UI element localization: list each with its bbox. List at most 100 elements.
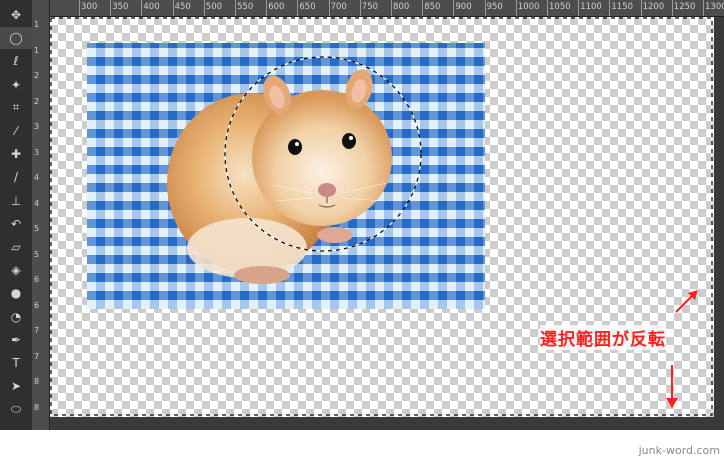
ruler-tick-line <box>578 0 580 16</box>
vertical-ruler[interactable]: 1 1 2 2 3 3 4 4 5 5 6 6 7 7 8 8 <box>32 0 50 430</box>
ruler-tick-label: 1150 <box>611 2 634 12</box>
ruler-tick-line <box>671 0 673 16</box>
tools-panel: ✥ ◯ ℓ ✦ ⌗ ⁄ ✚ / ⊥ ↶ ▱ ◈ ● ◔ ✒ T ➤ ⬭ <box>0 0 33 430</box>
ruler-tick-label: 4 <box>34 173 40 182</box>
ruler-tick-line <box>391 0 392 16</box>
footer-area: junk-word.com <box>0 430 724 459</box>
pen-tool-icon: ✒ <box>10 332 22 347</box>
ruler-tick-label: 1300 <box>705 2 724 12</box>
clone-stamp-tool-icon: ⊥ <box>10 193 22 208</box>
ruler-tick-label: 800 <box>393 2 410 12</box>
brush-tool-button[interactable]: / <box>0 166 32 188</box>
ruler-tick-line <box>297 0 299 16</box>
eyedropper-tool-icon: ⁄ <box>14 124 17 138</box>
ruler-tick-label: 8 <box>34 402 40 412</box>
ruler-tick-label: 7 <box>34 351 40 361</box>
type-tool-icon: T <box>12 356 20 370</box>
ruler-tick-label: 1200 <box>642 2 665 12</box>
eraser-tool-button[interactable]: ▱ <box>0 236 32 258</box>
eraser-tool-icon: ▱ <box>11 240 21 254</box>
selection-inverted-annotation: 選択範囲が反転 <box>540 325 666 350</box>
photoshop-window: ✥ ◯ ℓ ✦ ⌗ ⁄ ✚ / ⊥ ↶ ▱ ◈ ● ◔ ✒ T ➤ ⬭ 300 350 400 450 500 550 600… <box>0 0 724 430</box>
ruler-tick-label: 4 <box>34 198 40 208</box>
pen-tool-button[interactable]: ✒ <box>0 329 32 351</box>
ruler-tick-label: 5 <box>34 224 40 233</box>
ruler-tick-line <box>547 0 548 16</box>
ruler-tick-label: 1250 <box>673 2 696 12</box>
ruler-tick-label: 1 <box>34 45 40 55</box>
arrow-down-icon <box>666 365 678 408</box>
ruler-tick-line <box>328 0 330 16</box>
ruler-tick-line <box>203 0 205 16</box>
healing-brush-tool-button[interactable]: ✚ <box>0 143 32 165</box>
ruler-tick-label: 8 <box>34 377 40 386</box>
move-tool-button[interactable]: ✥ <box>0 4 32 26</box>
ruler-tick-label: 350 <box>112 2 129 12</box>
ruler-tick-line <box>609 0 611 16</box>
magic-wand-tool-button[interactable]: ✦ <box>0 74 32 96</box>
ruler-tick-label: 700 <box>330 2 347 12</box>
ruler-tick-line <box>359 0 361 16</box>
ruler-tick-line <box>172 0 174 16</box>
ruler-tick-line <box>484 0 486 16</box>
ruler-tick-label: 3 <box>34 147 40 157</box>
path-selection-tool-button[interactable]: ➤ <box>0 375 32 397</box>
type-tool-button[interactable]: T <box>0 352 32 374</box>
ruler-tick-label: 300 <box>81 2 98 12</box>
ruler-tick-line <box>110 0 112 16</box>
arrow-up-right-icon <box>675 290 698 313</box>
ruler-tick-label: 650 <box>299 2 316 12</box>
inverted-selection-border[interactable] <box>50 17 714 417</box>
elliptical-marquee-tool-icon: ◯ <box>9 31 23 46</box>
path-selection-tool-icon: ➤ <box>10 379 22 394</box>
ruler-tick-label: 550 <box>237 2 254 12</box>
ruler-tick-line <box>235 0 236 16</box>
clone-stamp-tool-button[interactable]: ⊥ <box>0 190 32 212</box>
ruler-tick-label: 900 <box>455 2 472 12</box>
blur-tool-button[interactable]: ● <box>0 282 32 304</box>
brush-tool-icon: / <box>13 170 19 185</box>
ruler-tick-label: 950 <box>486 2 503 12</box>
history-brush-tool-icon: ↶ <box>10 216 22 231</box>
ruler-tick-label: 600 <box>268 2 285 12</box>
blur-tool-icon: ● <box>10 286 22 301</box>
lasso-tool-button[interactable]: ℓ <box>0 50 32 72</box>
crop-tool-button[interactable]: ⌗ <box>0 97 32 119</box>
ruler-tick-label: 2 <box>34 71 40 80</box>
healing-brush-tool-icon: ✚ <box>10 147 22 162</box>
ruler-tick-label: 3 <box>34 122 40 131</box>
ruler-tick-label: 1 <box>34 20 40 29</box>
ruler-tick-line <box>703 0 704 16</box>
site-watermark: junk-word.com <box>638 444 720 457</box>
ruler-tick-line <box>515 0 517 16</box>
eyedropper-tool-button[interactable]: ⁄ <box>0 120 32 142</box>
crop-tool-icon: ⌗ <box>12 100 20 115</box>
ruler-tick-label: 6 <box>34 300 40 310</box>
lasso-tool-icon: ℓ <box>13 54 19 69</box>
horizontal-ruler[interactable]: 300 350 400 450 500 550 600 650 700 750 800 850 900 9… <box>49 0 724 17</box>
move-tool-icon: ✥ <box>10 8 22 22</box>
ruler-tick-label: 500 <box>205 2 223 12</box>
ruler-tick-label: 2 <box>34 96 40 106</box>
ruler-tick-label: 7 <box>34 326 40 335</box>
elliptical-marquee-tool-button[interactable]: ◯ <box>0 27 32 50</box>
document-canvas[interactable] <box>50 17 714 417</box>
ruler-tick-label: 1000 <box>517 2 540 12</box>
ellipse-tool-button[interactable]: ⬭ <box>0 398 32 420</box>
paint-bucket-tool-button[interactable]: ◈ <box>0 259 32 281</box>
ruler-tick-line <box>453 0 455 16</box>
ruler-tick-line <box>422 0 424 16</box>
ruler-tick-label: 6 <box>34 275 40 284</box>
ruler-tick-label: 1050 <box>549 2 571 12</box>
ruler-tick-label: 1100 <box>580 2 602 12</box>
ruler-tick-label: 750 <box>361 2 379 12</box>
dodge-tool-button[interactable]: ◔ <box>0 306 32 328</box>
ruler-tick-label: 450 <box>174 2 191 12</box>
ruler-tick-label: 400 <box>143 2 160 12</box>
dodge-tool-icon: ◔ <box>10 309 22 324</box>
ruler-tick-line <box>79 0 80 16</box>
history-brush-tool-button[interactable]: ↶ <box>0 213 32 235</box>
paint-bucket-tool-icon: ◈ <box>11 263 21 278</box>
ruler-tick-line <box>141 0 143 16</box>
ellipse-tool-icon: ⬭ <box>10 401 22 416</box>
